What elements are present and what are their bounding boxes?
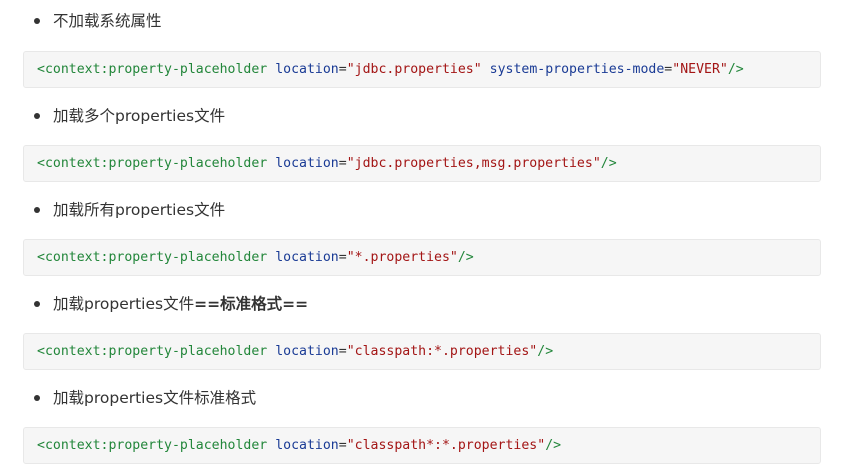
bullet-dot-icon: [34, 207, 40, 213]
code-attribute: location: [275, 156, 339, 171]
code-value: "jdbc.properties": [346, 62, 482, 77]
list-item: 加载多个properties文件: [34, 105, 225, 127]
list-item: 加载properties文件标准格式: [34, 387, 256, 409]
code-value: "*.properties": [346, 250, 458, 265]
code-tag-close: />: [545, 438, 562, 453]
code-tag-open: <context:property-placeholder: [37, 62, 268, 77]
list-item-label-bold: ==标准格式==: [194, 295, 309, 313]
code-block: <context:property-placeholder location = "…: [23, 51, 821, 88]
code-value: "jdbc.properties,msg.properties": [346, 156, 601, 171]
bullet-dot-icon: [34, 395, 40, 401]
list-item: 加载所有properties文件: [34, 199, 225, 221]
list-item-label: 不加载系统属性: [53, 12, 162, 30]
code-block: <context:property-placeholder location = "…: [23, 333, 821, 370]
list-item-label: 加载多个properties文件: [53, 107, 226, 125]
code-tag-open: <context:property-placeholder: [37, 438, 268, 453]
code-value: "classpath:*.properties": [346, 344, 538, 359]
code-tag-open: <context:property-placeholder: [37, 344, 268, 359]
code-attribute: location: [275, 62, 339, 77]
code-tag-close: />: [727, 62, 744, 77]
code-block: <context:property-placeholder location = "…: [23, 145, 821, 182]
list-item-label: 加载所有properties文件: [53, 201, 226, 219]
bullet-dot-icon: [34, 18, 40, 24]
bullet-dot-icon: [34, 301, 40, 307]
code-attribute: location: [275, 250, 339, 265]
code-value: "classpath*:*.properties": [346, 438, 546, 453]
list-item-label: 加载properties文件标准格式: [53, 389, 257, 407]
code-attribute: location: [275, 344, 339, 359]
code-tag-open: <context:property-placeholder: [37, 156, 268, 171]
code-block: <context:property-placeholder location = "…: [23, 427, 821, 464]
code-tag-close: />: [600, 156, 617, 171]
code-value: "NEVER": [672, 62, 728, 77]
bullet-dot-icon: [34, 113, 40, 119]
code-tag-open: <context:property-placeholder: [37, 250, 268, 265]
list-item: 不加载系统属性: [34, 10, 162, 32]
list-item: 加载properties文件 ==标准格式==: [34, 293, 308, 315]
code-attribute: system-properties-mode: [489, 62, 665, 77]
document-body: 不加载系统属性 <context:property-placeholder lo…: [0, 0, 849, 476]
code-attribute: location: [275, 438, 339, 453]
list-item-label: 加载properties文件: [53, 295, 195, 313]
code-block: <context:property-placeholder location = "…: [23, 239, 821, 276]
code-tag-close: />: [537, 344, 554, 359]
code-tag-close: />: [457, 250, 474, 265]
